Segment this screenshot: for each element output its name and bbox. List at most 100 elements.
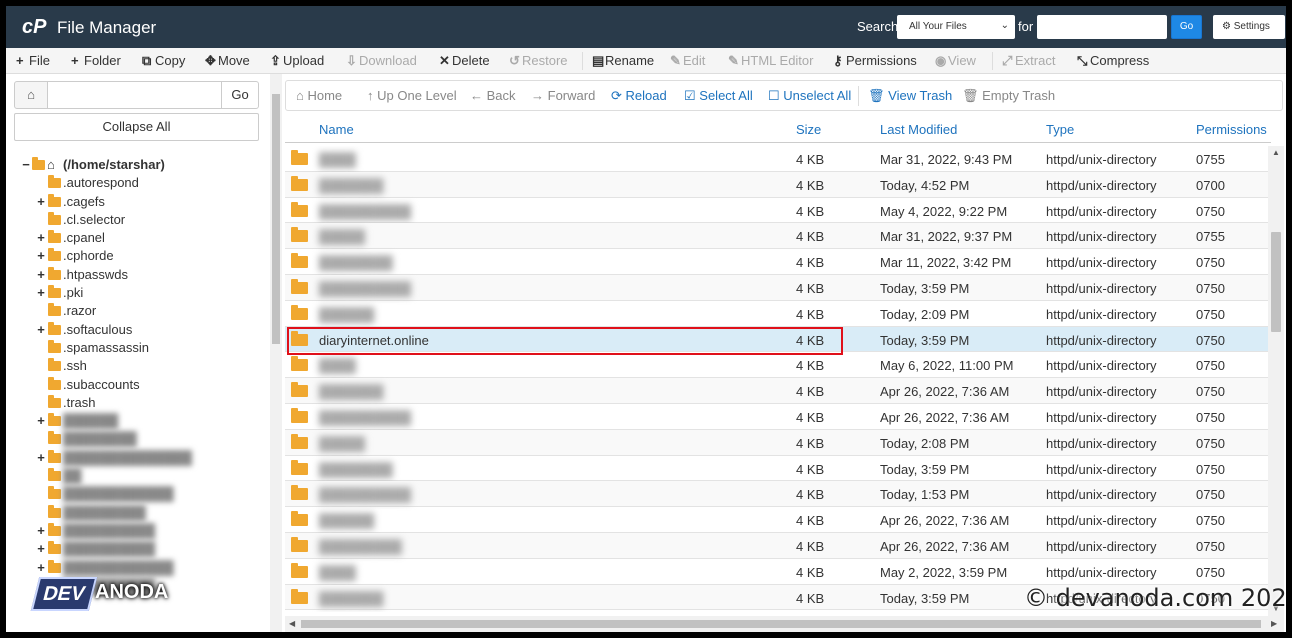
copy-button[interactable]: ⧉ Copy <box>142 53 185 69</box>
table-row[interactable]: ██████████ 4 KB May 4, 2022, 9:22 PM httpd/… <box>285 198 1268 224</box>
table-row[interactable]: ████████ 4 KB Mar 11, 2022, 3:42 PM httpd/u… <box>285 249 1268 275</box>
tree-node[interactable]: + ██████████ <box>6 540 268 558</box>
expand-icon[interactable]: + <box>35 321 47 339</box>
expand-icon[interactable]: + <box>35 412 47 430</box>
table-row[interactable]: diaryinternet.online 4 KB Today, 3:59 PM ht… <box>285 326 1268 353</box>
expand-icon[interactable]: + <box>35 247 47 265</box>
column-permissions[interactable]: Permissions <box>1196 122 1267 137</box>
horizontal-scrollbar-thumb[interactable] <box>301 620 1261 628</box>
restore-button[interactable]: ↺ Restore <box>509 53 568 69</box>
tree-go-button[interactable]: Go <box>221 81 259 109</box>
tree-node[interactable]: .autorespond <box>6 174 268 192</box>
tree-scrollbar[interactable] <box>270 74 282 632</box>
html-editor-button[interactable]: ✎ HTML Editor <box>728 53 813 69</box>
table-row[interactable]: ████████ 4 KB Today, 3:59 PM httpd/unix-dir… <box>285 456 1268 482</box>
table-row[interactable]: █████ 4 KB Today, 2:08 PM httpd/unix-direct… <box>285 429 1268 456</box>
compress-button[interactable]: ⤡ Compress <box>1077 53 1149 69</box>
tree-node[interactable]: ██ <box>6 467 268 485</box>
tree-node[interactable]: █████████ <box>6 504 268 522</box>
tree-node[interactable]: .subaccounts <box>6 376 268 394</box>
tree-node[interactable]: + .cagefs <box>6 193 268 211</box>
cpanel-logo[interactable]: cP <box>22 16 46 39</box>
tree-node[interactable]: + .cphorde <box>6 247 268 265</box>
table-row[interactable]: ███████ 4 KB Today, 4:52 PM httpd/unix-dire… <box>285 171 1268 198</box>
tree-node[interactable]: .cl.selector <box>6 211 268 229</box>
tree-node[interactable]: ████████████ <box>6 485 268 503</box>
tree-node[interactable]: + ██████████████ <box>6 449 268 467</box>
tree-root[interactable]: − ⌂ (/home/starshar) <box>6 156 268 174</box>
settings-button[interactable]: ⚙ Settings <box>1213 15 1285 39</box>
expand-icon[interactable]: + <box>35 193 47 211</box>
table-row[interactable]: █████████ 4 KB Apr 26, 2022, 7:36 AM httpd/… <box>285 532 1268 559</box>
reload-button[interactable]: ⟳ Reload <box>611 88 667 104</box>
download-button[interactable]: ⇩ Download <box>346 53 417 69</box>
search-scope-select[interactable]: All Your Files ⌄ <box>897 15 1015 39</box>
column-last-modified[interactable]: Last Modified <box>880 122 957 137</box>
view-trash-button[interactable]: 🗑 View Trash <box>868 88 952 104</box>
tree-node[interactable]: .trash <box>6 394 268 412</box>
table-row[interactable]: ████ 4 KB May 6, 2022, 11:00 PM httpd/unix-… <box>285 352 1268 379</box>
table-row[interactable]: ████ 4 KB May 2, 2022, 3:59 PM httpd/unix-d… <box>285 559 1268 585</box>
folder-icon <box>291 278 308 294</box>
table-row[interactable]: ██████ 4 KB Today, 2:09 PM httpd/unix-direc… <box>285 301 1268 327</box>
tree-home-button[interactable]: ⌂ <box>14 81 48 109</box>
back-button[interactable]: ← Back <box>470 88 516 103</box>
unselect-all-button[interactable]: ☐ Unselect All <box>768 88 851 104</box>
tree-node[interactable]: .razor <box>6 302 268 320</box>
tree-path-input[interactable] <box>47 81 222 109</box>
column-name[interactable]: Name <box>319 122 354 137</box>
expand-icon[interactable]: + <box>35 540 47 558</box>
collapse-all-button[interactable]: Collapse All <box>14 113 259 141</box>
scroll-up-icon[interactable]: ▲ <box>1272 148 1280 157</box>
file-table-scrollbar[interactable]: ▲ ▼ <box>1268 146 1284 616</box>
new-file-button[interactable]: + File <box>16 53 50 68</box>
tree-node[interactable]: + ██████████ <box>6 522 268 540</box>
tree-node[interactable]: ████████ <box>6 430 268 448</box>
table-row[interactable]: ██████████ 4 KB Today, 3:59 PM httpd/unix-d… <box>285 274 1268 301</box>
collapse-icon[interactable]: − <box>20 156 32 174</box>
expand-icon[interactable]: + <box>35 229 47 247</box>
tree-node[interactable]: + .htpasswds <box>6 266 268 284</box>
upload-button[interactable]: ⇪ Upload <box>270 53 324 69</box>
column-size[interactable]: Size <box>796 122 821 137</box>
forward-button[interactable]: → Forward <box>531 88 595 103</box>
tree-node[interactable]: .spamassassin <box>6 339 268 357</box>
up-one-level-button[interactable]: ↑ Up One Level <box>367 88 457 103</box>
select-all-button[interactable]: ☑ Select All <box>684 88 753 104</box>
scroll-left-icon[interactable]: ◀ <box>289 619 295 628</box>
column-type[interactable]: Type <box>1046 122 1074 137</box>
extract-button[interactable]: ⤢ Extract <box>1002 53 1055 69</box>
expand-icon[interactable]: + <box>35 449 47 467</box>
table-row[interactable]: ██████████ 4 KB Today, 1:53 PM httpd/unix-d… <box>285 481 1268 508</box>
delete-button[interactable]: ✕ Delete <box>439 53 490 69</box>
search-input[interactable] <box>1037 15 1167 39</box>
table-row[interactable]: ██████ 4 KB Apr 26, 2022, 7:36 AM httpd/uni… <box>285 507 1268 533</box>
tree-node[interactable]: + ██████ <box>6 412 268 430</box>
table-row[interactable]: ████ 4 KB Mar 31, 2022, 9:43 PM httpd/unix-… <box>285 146 1268 172</box>
edit-button[interactable]: ✎ Edit <box>670 53 705 69</box>
tree-node[interactable]: + .cpanel <box>6 229 268 247</box>
move-button[interactable]: ✥ Move <box>205 53 250 69</box>
expand-icon[interactable]: + <box>35 522 47 540</box>
tree-node[interactable]: + .pki <box>6 284 268 302</box>
view-button[interactable]: ◉ View <box>935 53 976 69</box>
horizontal-scrollbar[interactable]: ◀ ▶ <box>285 616 1284 632</box>
new-folder-button[interactable]: + Folder <box>71 53 121 68</box>
rename-button[interactable]: ▤Rename <box>592 53 654 69</box>
table-row[interactable]: ██████████ 4 KB Apr 26, 2022, 7:36 AM httpd… <box>285 404 1268 430</box>
tree-node[interactable]: + .softaculous <box>6 321 268 339</box>
tree-node[interactable]: .ssh <box>6 357 268 375</box>
tree-scrollbar-thumb[interactable] <box>272 94 280 344</box>
scroll-right-icon[interactable]: ▶ <box>1271 619 1277 628</box>
file-table-scrollbar-thumb[interactable] <box>1271 232 1281 332</box>
permissions-button[interactable]: ⚷ Permissions <box>833 53 917 69</box>
search-go-button[interactable]: Go <box>1171 15 1202 39</box>
folder-icon <box>48 394 61 408</box>
home-nav-button[interactable]: ⌂ Home <box>296 88 342 103</box>
expand-icon[interactable]: + <box>35 284 47 302</box>
empty-trash-button[interactable]: 🗑 Empty Trash <box>962 88 1055 104</box>
table-row[interactable]: █████ 4 KB Mar 31, 2022, 9:37 PM httpd/unix… <box>285 223 1268 250</box>
expand-icon[interactable]: + <box>35 266 47 284</box>
table-row[interactable]: ███████ 4 KB Apr 26, 2022, 7:36 AM httpd/un… <box>285 378 1268 404</box>
tree-root-label: (/home/starshar) <box>63 157 165 172</box>
